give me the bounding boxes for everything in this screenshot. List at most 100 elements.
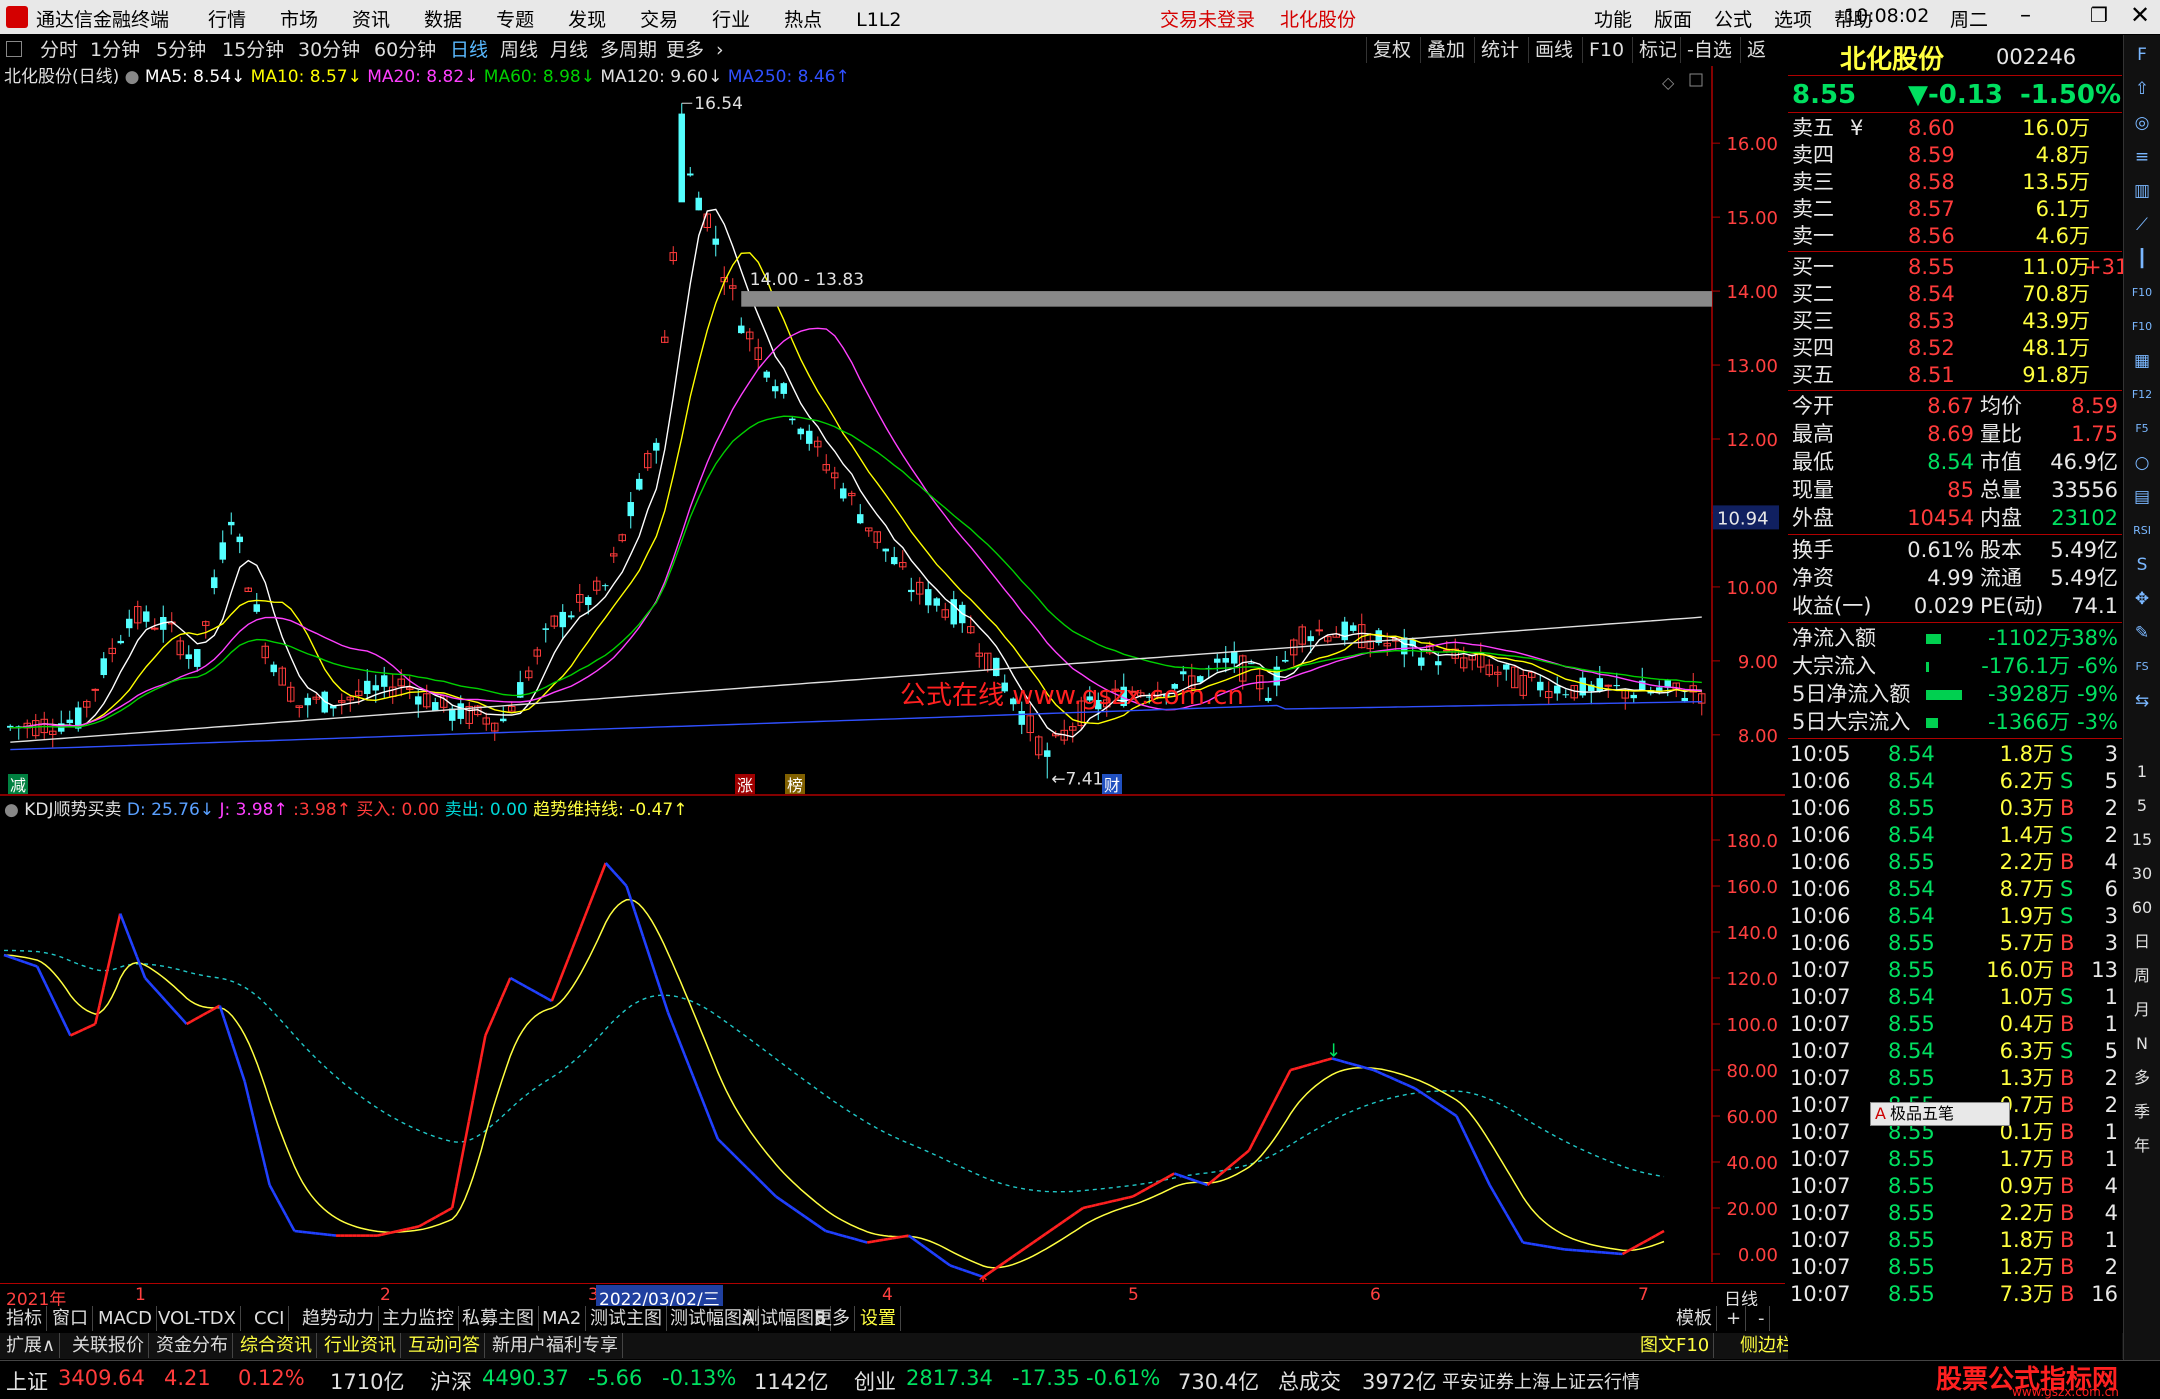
maximize-icon[interactable]: ❐ — [2090, 3, 2108, 27]
ime-popup[interactable]: A极品五笔 — [1870, 1102, 2010, 1126]
side-period-6[interactable]: 周 — [2130, 964, 2154, 988]
s-icon[interactable]: S — [2130, 553, 2154, 577]
indicator-tab-12[interactable]: 更多 — [810, 1306, 855, 1331]
globe-icon[interactable]: ◎ — [2130, 111, 2154, 135]
period-5[interactable]: 60分钟 — [368, 37, 442, 63]
period-10[interactable]: 更多 — [660, 37, 710, 63]
right-menu-1[interactable]: 版面 — [1654, 9, 1692, 31]
pen-icon[interactable]: ✎ — [2130, 621, 2154, 645]
right-menu-2[interactable]: 公式 — [1714, 9, 1752, 31]
chart-tool-2[interactable]: 统计 — [1474, 37, 1525, 63]
circle-icon[interactable]: ○ — [2130, 451, 2154, 475]
indicator-tab-8[interactable]: MA2 — [538, 1306, 586, 1331]
index-name-1[interactable]: 沪深 — [430, 1366, 472, 1396]
candlestick-chart[interactable]: 16.0015.0014.0013.0012.0011.0010.009.008… — [0, 66, 1785, 796]
menu-8[interactable]: 热点 — [784, 9, 822, 31]
menu-1[interactable]: 市场 — [280, 9, 318, 31]
period-8[interactable]: 月线 — [544, 37, 594, 63]
side-period-11[interactable]: 年 — [2130, 1134, 2154, 1158]
indicator-tab-9[interactable]: 测试主图 — [586, 1306, 667, 1331]
f10-icon[interactable]: F10 — [2130, 281, 2154, 305]
menu-2[interactable]: 资讯 — [352, 9, 390, 31]
period-2[interactable]: 5分钟 — [150, 37, 212, 63]
menu-9[interactable]: L1L2 — [856, 9, 901, 31]
server-name[interactable]: 平安证券上海上证云行情 — [1442, 1368, 1640, 1394]
side-period-5[interactable]: 日 — [2130, 930, 2154, 954]
period-7[interactable]: 周线 — [494, 37, 544, 63]
indicator-tab-1[interactable]: 窗口 — [48, 1306, 93, 1331]
indicator-tab-2[interactable]: MACD — [94, 1306, 157, 1331]
chart-tool-0[interactable]: 复权 — [1366, 37, 1417, 63]
menu-7[interactable]: 行业 — [712, 9, 750, 31]
template-tab-2[interactable]: - — [1754, 1306, 1770, 1331]
line-chart-icon[interactable]: ⟋ — [2130, 213, 2154, 237]
login-status[interactable]: 交易未登录 — [1160, 5, 1255, 32]
index-name-0[interactable]: 上证 — [6, 1366, 48, 1396]
chart-tool-4[interactable]: F10 — [1582, 37, 1630, 63]
bar-chart-icon[interactable]: ▥ — [2130, 179, 2154, 203]
fs-icon[interactable]: FS — [2130, 655, 2154, 679]
chart-icon[interactable]: ▤ — [2130, 485, 2154, 509]
stock-link[interactable]: 北化股份 — [1280, 5, 1356, 32]
f10-icon[interactable]: F10 — [2130, 315, 2154, 339]
side-period-7[interactable]: 月 — [2130, 998, 2154, 1022]
menu-5[interactable]: 发现 — [568, 9, 606, 31]
right-menu-0[interactable]: 功能 — [1594, 9, 1632, 31]
menu-3[interactable]: 数据 — [424, 9, 462, 31]
f-icon[interactable]: F — [2130, 43, 2154, 67]
minimize-icon[interactable]: – — [2020, 3, 2031, 28]
move-icon[interactable]: ✥ — [2130, 587, 2154, 611]
ext-tab-6[interactable]: 新用户福利专享 — [488, 1333, 623, 1358]
rsi-icon[interactable]: RSI — [2130, 519, 2154, 543]
side-period-9[interactable]: 多 — [2130, 1066, 2154, 1090]
index-name-2[interactable]: 创业 — [854, 1366, 896, 1396]
indicator-tab-7[interactable]: 私募主图 — [458, 1306, 539, 1331]
side-tab-0[interactable]: 图文F10 — [1636, 1333, 1714, 1358]
template-tab-1[interactable]: + — [1722, 1306, 1746, 1331]
chart-tool-3[interactable]: 画线 — [1528, 37, 1579, 63]
grid-icon[interactable]: ▦ — [2130, 349, 2154, 373]
period-9[interactable]: 多周期 — [594, 37, 663, 63]
side-period-8[interactable]: N — [2130, 1032, 2154, 1056]
template-tab-0[interactable]: 模板 — [1672, 1306, 1717, 1331]
chart-tool-1[interactable]: 叠加 — [1420, 37, 1471, 63]
menu-0[interactable]: 行情 — [208, 9, 246, 31]
indicator-tab-13[interactable]: 设置 — [856, 1306, 901, 1331]
up-arrow-icon[interactable]: ⇧ — [2130, 77, 2154, 101]
indicator-tab-5[interactable]: 趋势动力 — [298, 1306, 379, 1331]
chart-tool-6[interactable]: -自选 — [1680, 37, 1738, 63]
ext-tab-1[interactable]: 关联报价 — [68, 1333, 149, 1358]
list-icon[interactable]: ≡ — [2130, 145, 2154, 169]
panel-toggle-icon[interactable] — [6, 41, 22, 57]
side-period-4[interactable]: 60 — [2130, 896, 2154, 920]
chart-tool-7[interactable]: 返回 — [1740, 37, 1785, 63]
period-1[interactable]: 1分钟 — [84, 37, 146, 63]
more-chevron-icon[interactable]: › — [710, 37, 730, 63]
indicator-tab-6[interactable]: 主力监控 — [378, 1306, 459, 1331]
indicator-tab-4[interactable]: CCI — [250, 1306, 289, 1331]
period-4[interactable]: 30分钟 — [292, 37, 366, 63]
candle-icon[interactable]: ┃ — [2130, 247, 2154, 271]
indicator-tab-0[interactable]: 指标 — [2, 1306, 47, 1331]
ext-tab-2[interactable]: 资金分布 — [152, 1333, 233, 1358]
side-period-3[interactable]: 30 — [2130, 862, 2154, 886]
side-period-10[interactable]: 季 — [2130, 1100, 2154, 1124]
menu-6[interactable]: 交易 — [640, 9, 678, 31]
ext-tab-3[interactable]: 综合资讯 — [236, 1333, 317, 1358]
period-3[interactable]: 15分钟 — [216, 37, 290, 63]
f12-icon[interactable]: F12 — [2130, 383, 2154, 407]
exchange-icon[interactable]: ⇆ — [2130, 689, 2154, 713]
indicator-tab-3[interactable]: VOL-TDX — [154, 1306, 241, 1331]
period-6[interactable]: 日线 — [444, 37, 494, 63]
ext-tab-0[interactable]: 扩展∧ — [2, 1333, 60, 1358]
right-menu-3[interactable]: 选项 — [1774, 9, 1812, 31]
menu-4[interactable]: 专题 — [496, 9, 534, 31]
side-period-1[interactable]: 5 — [2130, 794, 2154, 818]
period-0[interactable]: 分时 — [34, 37, 84, 63]
kdj-indicator-chart[interactable]: 180.0160.0140.0120.0100.080.0060.0040.00… — [0, 797, 1785, 1282]
close-icon[interactable]: ✕ — [2130, 1, 2150, 29]
side-period-0[interactable]: 1 — [2130, 760, 2154, 784]
chart-tool-5[interactable]: 标记 — [1632, 37, 1683, 63]
f5-icon[interactable]: F5 — [2130, 417, 2154, 441]
side-period-2[interactable]: 15 — [2130, 828, 2154, 852]
